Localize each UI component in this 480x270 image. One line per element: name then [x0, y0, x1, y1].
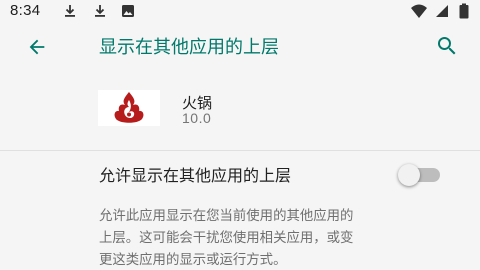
status-time: 8:34	[10, 2, 41, 19]
app-icon	[98, 90, 160, 126]
page-title: 显示在其他应用的上层	[99, 37, 279, 58]
description-line: 上层。这可能会干扰您使用相关应用，或变	[99, 231, 354, 246]
hotpot-flame-logo-icon	[114, 92, 144, 123]
search-icon	[438, 37, 456, 55]
overlay-permission-toggle[interactable]	[398, 164, 444, 186]
app-version: 10.0	[182, 110, 212, 126]
arrow-back-icon	[29, 39, 45, 55]
screen: 8:34 显示在其他应用的上层 火锅 10.0 允许显示在其他应用的上层 允许此…	[0, 0, 480, 270]
status-bar: 8:34	[0, 0, 480, 22]
search-button[interactable]	[432, 31, 462, 61]
battery-icon	[459, 3, 469, 19]
description-line: 允许此应用显示在您当前使用的其他应用的	[99, 209, 354, 224]
wifi-icon	[411, 4, 427, 18]
signal-icon	[436, 5, 448, 17]
back-button[interactable]	[22, 32, 52, 62]
download-icon	[95, 5, 105, 17]
description-line: 更这类应用的显示或运行方式。	[99, 253, 287, 268]
toolbar: 显示在其他应用的上层	[0, 22, 480, 70]
permission-description: 允许此应用显示在您当前使用的其他应用的 上层。这可能会干扰您使用相关应用，或变 …	[99, 206, 459, 270]
overlay-permission-label: 允许显示在其他应用的上层	[99, 166, 292, 185]
photo-icon	[122, 5, 134, 17]
overlay-permission-row[interactable]: 允许显示在其他应用的上层	[0, 151, 480, 195]
download-icon	[65, 5, 75, 17]
toggle-thumb	[398, 164, 420, 186]
